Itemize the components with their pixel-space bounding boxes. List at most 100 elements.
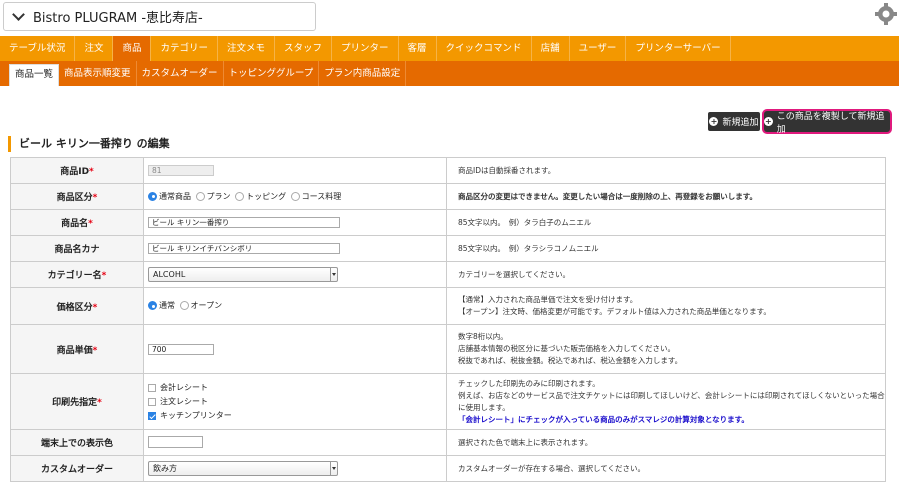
help-custom: カスタムオーダーが存在する場合、選択してください。 [446,455,886,482]
radio-label: プラン [206,191,231,201]
required-mark: * [92,345,98,356]
checkbox[interactable] [148,383,156,392]
chevron-down-icon [330,462,337,475]
row-kana: 商品名カナ ビール キリンイチバンシボリ 85文字以内。 例）タラシラコノムニエ… [10,235,886,262]
category-select[interactable]: ALCOHL [148,267,338,282]
row-custom: カスタムオーダー 飲み方 カスタムオーダーが存在する場合、選択してください。 [10,455,886,482]
subnav-plan-products[interactable]: プラン内商品設定 [319,61,407,86]
radio-button[interactable] [235,191,245,201]
nav-printers[interactable]: プリンター [332,36,399,61]
radio-label: 通常商品 [159,191,191,201]
row-kind: 商品区分* 通常商品 プラン トッピング コース料理 商品区分の変更はできません… [10,183,886,210]
nav-users[interactable]: ユーザー [570,36,627,61]
radio-label: コース料理 [301,191,342,201]
radio-button[interactable] [148,191,157,201]
duplicate-label: この商品を複製して新規追加 [776,111,885,135]
gear-icon[interactable] [874,2,898,26]
price-input[interactable]: 700 [148,343,214,355]
nav-order-memo[interactable]: 注文メモ [218,36,275,61]
nav-orders[interactable]: 注文 [75,36,114,61]
subnav-topping-group[interactable]: トッピンググループ [224,61,320,86]
checkbox-order-receipt[interactable]: 注文レシート [148,395,446,409]
select-value: 飲み方 [153,464,177,473]
plus-icon: + [709,117,719,126]
nav-customer-types[interactable]: 客層 [399,36,437,61]
row-id: 商品ID* 81 商品IDは自動採番されます。 [10,157,886,184]
label-name: 商品名* [10,209,144,236]
label-text: 価格区分 [56,302,93,313]
checkbox[interactable] [148,397,156,406]
checkbox-kitchen-printer[interactable]: キッチンプリンター [148,409,446,423]
help-line: 【通常】入力された商品単価で注文を受け付けます。 [458,295,638,304]
chevron-down-icon [12,8,25,21]
checkbox[interactable] [148,411,156,420]
help-line: 税抜であれば、税抜金額。税込であれば、税込金額を入力します。 [458,356,683,365]
help-line: 【オープン】注文時、価格変更が可能です。デフォルト値は入力された商品単価となりま… [458,307,771,316]
nav-store[interactable]: 店舗 [532,36,570,61]
row-color: 端末上での表示色 選択された色で端末上に表示されます。 [10,429,886,456]
label-text: カテゴリー名 [47,271,102,281]
nav-categories[interactable]: カテゴリー [151,36,218,61]
radio-button[interactable] [179,301,189,310]
product-edit-form: 商品ID* 81 商品IDは自動採番されます。 商品区分* 通常商品 プラン ト… [10,157,886,482]
radio-topping[interactable]: トッピング [235,191,286,202]
label-text: 商品名 [61,219,89,229]
add-new-button[interactable]: + 新規追加 [708,112,760,131]
required-mark: * [92,193,98,203]
label-text: 商品単価 [56,345,93,356]
checkbox-label: 会計レシート [160,383,208,392]
row-price: 商品単価* 700 数字8桁以内。 店舗基本情報の税区分に基づいた販売価格を入力し… [10,324,886,374]
radio-label: 通常 [159,301,175,310]
store-selector[interactable]: Bistro PLUGRAM -恵比寿店- [3,2,316,31]
label-text: 商品ID [60,167,90,177]
radio-course[interactable]: コース料理 [290,191,342,202]
chevron-down-icon [330,268,337,281]
row-price-type: 価格区分* 通常 オープン 【通常】入力された商品単価で注文を受け付けます。【オ… [10,287,886,325]
color-input[interactable] [148,435,203,448]
radio-label: オープン [190,301,223,310]
nav-printer-server[interactable]: プリンターサーバー [626,36,731,61]
radio-price-normal[interactable]: 通常 [148,300,175,311]
label-id: 商品ID* [10,157,144,184]
required-mark: * [97,398,102,408]
nav-tables[interactable]: テーブル状況 [0,36,76,61]
label-text: 印刷先指定 [52,398,98,408]
label-category: カテゴリー名* [10,261,144,288]
nav-staff[interactable]: スタッフ [275,36,333,61]
radio-price-open[interactable]: オープン [179,300,223,311]
help-id: 商品IDは自動採番されます。 [446,157,886,184]
nav-quick-command[interactable]: クイックコマンド [437,36,532,61]
radio-label: トッピング [246,191,287,201]
row-category: カテゴリー名* ALCOHL カテゴリーを選択してください。 [10,261,886,288]
radio-button[interactable] [195,191,205,201]
main-nav: テーブル状況 注文 商品 カテゴリー 注文メモ スタッフ プリンター 客層 クイ… [0,36,899,61]
row-name: 商品名* ビール キリン一番搾り 85文字以内。 例）タラ白子のムニエル [10,209,886,236]
required-mark: * [88,219,93,229]
help-line: 「会計レシート」にチェックが入っている商品のみがスマレジの計算対象となります。 [458,414,749,424]
label-kind: 商品区分* [10,183,144,210]
checkbox-receipt[interactable]: 会計レシート [148,381,446,395]
product-name-input[interactable]: ビール キリン一番搾り [148,217,340,228]
store-name: Bistro PLUGRAM -恵比寿店- [33,11,203,26]
help-line: 店舗基本情報の税区分に基づいた販売価格を入力してください。 [458,344,676,353]
nav-products[interactable]: 商品 [113,36,152,61]
plus-icon: + [764,117,773,126]
label-printer: 印刷先指定* [10,373,144,430]
radio-plan[interactable]: プラン [195,191,231,202]
custom-order-select[interactable]: 飲み方 [148,461,338,476]
radio-button[interactable] [290,191,300,201]
duplicate-button[interactable]: + この商品を複製して新規追加 [764,111,890,135]
required-mark: * [89,167,94,177]
label-text: 商品区分 [56,193,93,203]
radio-normal[interactable]: 通常商品 [148,191,191,202]
subnav-custom-order[interactable]: カスタムオーダー [137,61,224,86]
help-price: 数字8桁以内。 店舗基本情報の税区分に基づいた販売価格を入力してください。 税抜であ… [446,324,886,374]
subnav-product-list[interactable]: 商品一覧 [9,64,60,86]
label-price-type: 価格区分* [10,287,144,325]
product-kana-input[interactable]: ビール キリンイチバンシボリ [148,243,340,254]
radio-button[interactable] [148,301,157,310]
select-value: ALCOHL [153,270,186,279]
help-line: 例えば、お店などのサービス品で注文チケットには印刷してほしいけど、会計レシートに… [458,390,885,412]
help-color: 選択された色で端末上に表示されます。 [446,429,886,456]
subnav-display-order[interactable]: 商品表示順変更 [59,61,137,86]
